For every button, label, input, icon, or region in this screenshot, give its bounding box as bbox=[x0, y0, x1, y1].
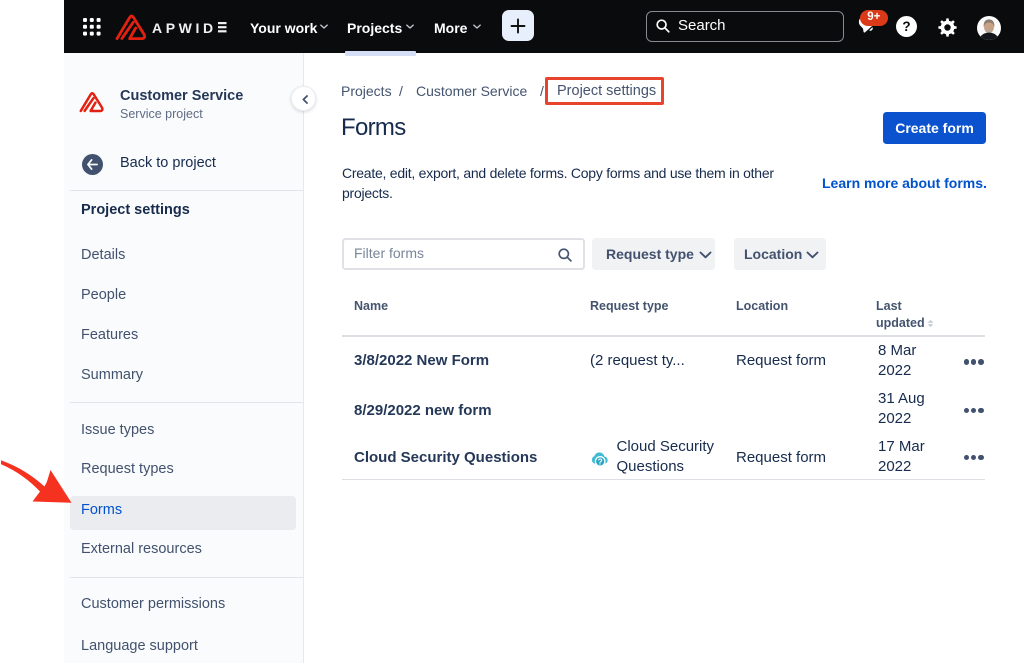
svg-text:?: ? bbox=[597, 457, 602, 466]
